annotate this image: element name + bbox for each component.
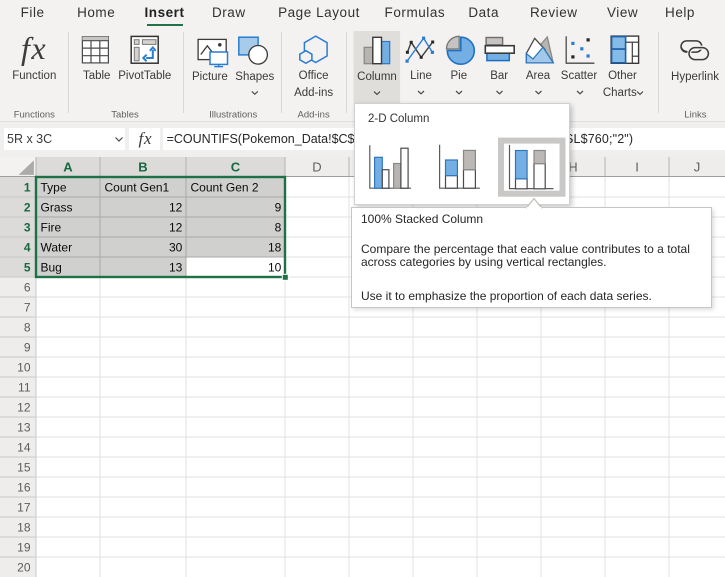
svg-text:17: 17 — [17, 501, 31, 515]
svg-text:20: 20 — [17, 561, 31, 575]
svg-text:Fire: Fire — [41, 221, 62, 235]
svg-text:H: H — [568, 160, 577, 175]
svg-text:8: 8 — [24, 321, 31, 335]
svg-text:B: B — [138, 160, 147, 175]
svg-text:13: 13 — [169, 261, 183, 275]
svg-text:8: 8 — [275, 221, 282, 235]
svg-text:9: 9 — [275, 201, 282, 215]
svg-text:12: 12 — [169, 201, 183, 215]
svg-text:J: J — [694, 160, 701, 175]
svg-text:Count Gen 2: Count Gen 2 — [191, 181, 259, 195]
svg-text:10: 10 — [268, 261, 282, 275]
svg-text:I: I — [635, 160, 639, 175]
svg-text:15: 15 — [17, 461, 31, 475]
svg-text:Count Gen1: Count Gen1 — [105, 181, 170, 195]
svg-text:2: 2 — [24, 201, 31, 215]
svg-text:10: 10 — [17, 361, 31, 375]
svg-text:D: D — [312, 160, 321, 175]
svg-text:Bug: Bug — [41, 261, 62, 275]
svg-text:19: 19 — [17, 541, 31, 555]
svg-text:18: 18 — [17, 521, 31, 535]
svg-text:C: C — [231, 160, 241, 175]
svg-text:9: 9 — [24, 341, 31, 355]
svg-text:fx: fx — [21, 30, 47, 66]
svg-text:18: 18 — [268, 241, 282, 255]
svg-text:Type: Type — [41, 181, 67, 195]
svg-text:12: 12 — [169, 221, 183, 235]
svg-text:A: A — [63, 160, 73, 175]
svg-text:12: 12 — [17, 401, 31, 415]
svg-text:14: 14 — [17, 441, 31, 455]
svg-text:Grass: Grass — [41, 201, 73, 215]
svg-text:13: 13 — [17, 421, 31, 435]
svg-text:6: 6 — [24, 281, 31, 295]
svg-text:16: 16 — [17, 481, 31, 495]
svg-text:11: 11 — [18, 381, 31, 395]
svg-text:Water: Water — [41, 241, 73, 255]
svg-text:4: 4 — [24, 241, 31, 255]
svg-text:1: 1 — [24, 181, 31, 195]
svg-text:3: 3 — [24, 221, 31, 235]
svg-text:30: 30 — [169, 241, 183, 255]
svg-text:7: 7 — [24, 301, 31, 315]
svg-text:5: 5 — [24, 261, 31, 275]
